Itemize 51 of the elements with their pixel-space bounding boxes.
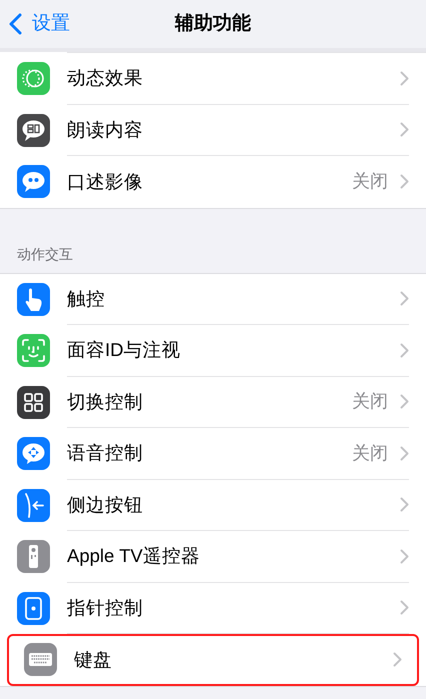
chevron-icon (400, 70, 409, 86)
back-chevron-icon (9, 13, 22, 35)
settings-row[interactable]: 指针控制 (0, 582, 426, 634)
settings-row[interactable]: 侧边按钮 (0, 480, 426, 531)
chevron-icon (400, 291, 409, 306)
back-button[interactable]: 设置 (0, 10, 70, 38)
chevron-icon (400, 174, 409, 190)
pointer-icon (17, 592, 50, 625)
side-button-icon (17, 488, 50, 522)
row-value: 关闭 (352, 442, 388, 465)
row-label: Apple TV遥控器 (67, 544, 201, 568)
row-label: 触控 (67, 286, 106, 311)
row-label: 动态效果 (67, 66, 144, 90)
row-label: 键盘 (74, 648, 113, 672)
page-title: 辅助功能 (175, 12, 251, 36)
settings-row[interactable]: 切换控制 关闭 (0, 376, 426, 428)
settings-row[interactable]: 口述影像 关闭 (0, 156, 426, 208)
row-label: 面容ID与注视 (67, 338, 182, 362)
remote-icon (17, 540, 50, 574)
settings-row[interactable]: 动态效果 (0, 53, 426, 104)
row-label: 切换控制 (67, 390, 144, 414)
row-value: 关闭 (352, 390, 388, 414)
row-label: 侧边按钮 (67, 492, 144, 517)
chevron-icon (400, 394, 409, 410)
settings-row[interactable]: 语音控制 关闭 (0, 428, 426, 480)
row-label: 语音控制 (67, 441, 144, 466)
settings-row[interactable]: 键盘 (7, 634, 419, 686)
chevron-icon (400, 122, 409, 138)
face-icon (17, 334, 50, 368)
section-header: 动作交互 (17, 244, 73, 264)
voice-bubble-icon (17, 437, 50, 470)
settings-row[interactable]: Apple TV遥控器 (0, 531, 426, 582)
keyboard-icon (24, 643, 57, 676)
chevron-icon (400, 497, 409, 512)
chevron-icon (393, 652, 402, 668)
chevron-icon (400, 446, 409, 461)
quote-bubble-icon (17, 165, 50, 198)
settings-row[interactable]: 面容ID与注视 (0, 325, 426, 376)
row-label: 指针控制 (67, 596, 144, 620)
grid-icon (17, 386, 50, 419)
chevron-icon (400, 342, 409, 358)
motion-icon (17, 62, 50, 96)
settings-row[interactable]: 朗读内容 (0, 104, 426, 156)
speech-bubble-icon (17, 114, 50, 147)
row-value: 关闭 (352, 170, 388, 194)
row-label: 朗读内容 (67, 118, 144, 142)
chevron-icon (400, 600, 409, 616)
hand-icon (17, 282, 50, 316)
row-label: 口述影像 (67, 170, 144, 194)
settings-row[interactable]: 触控 (0, 274, 426, 325)
chevron-icon (400, 548, 409, 564)
